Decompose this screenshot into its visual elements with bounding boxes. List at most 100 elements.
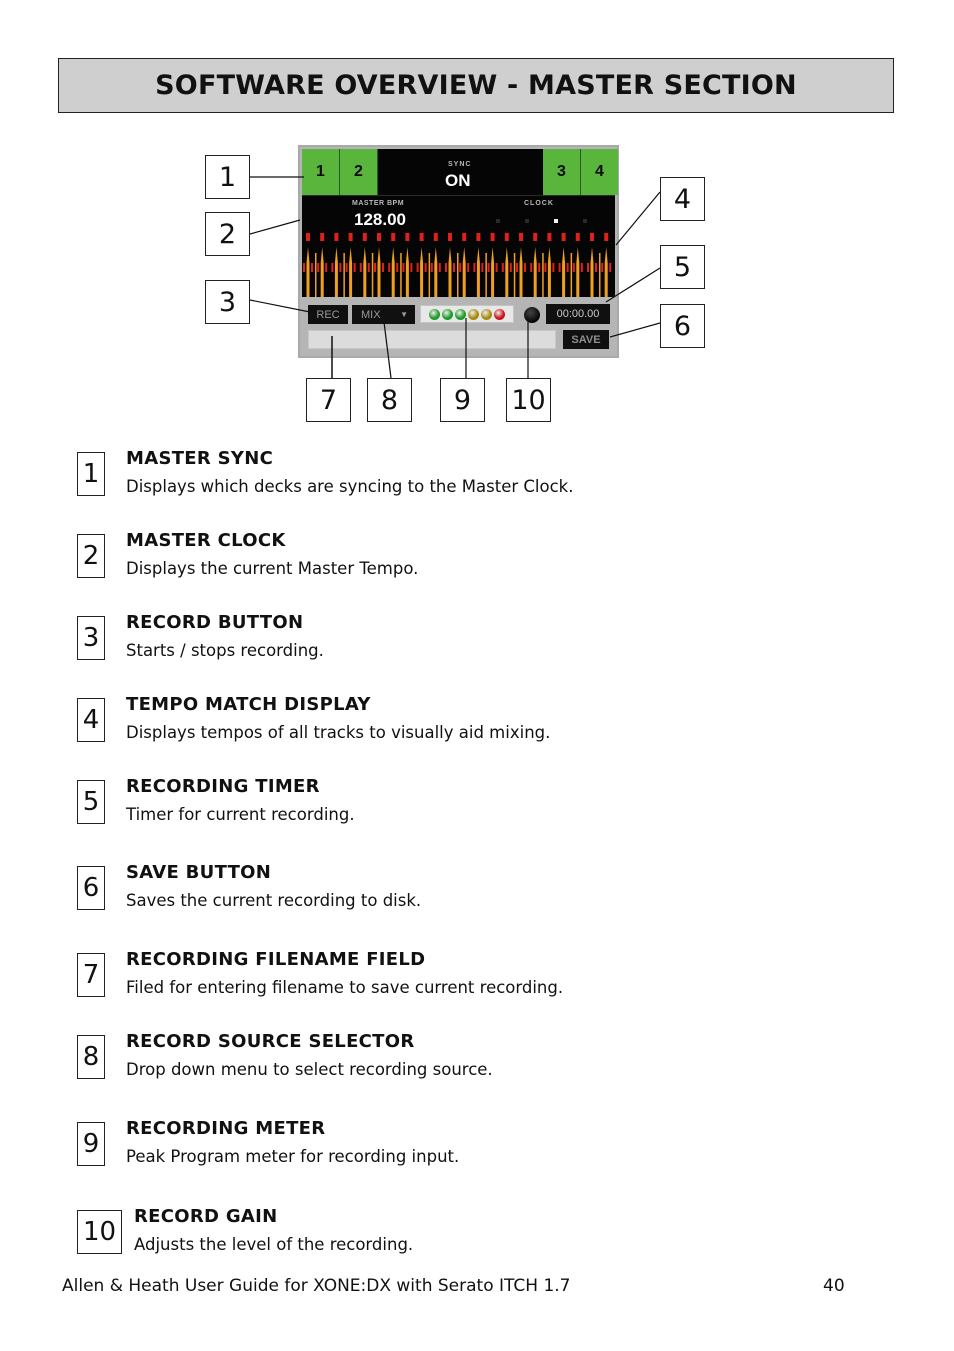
wave-peak [448,233,452,241]
wave-mark [572,263,575,272]
wave-mark [501,263,504,272]
wave-spike [562,247,566,297]
wave-line [400,253,402,297]
wave-mark [317,263,320,272]
item-title: RECORD GAIN [134,1206,278,1227]
wave-mark [552,263,555,272]
callout-6: 6 [660,304,705,348]
clock-beat-dot [583,219,587,223]
item-title: RECORD SOURCE SELECTOR [126,1031,415,1052]
deck-sync-2[interactable]: 2 [340,149,378,195]
wave-mark [538,263,541,272]
record-source-selector[interactable]: MIX ▼ [352,305,415,324]
meter-led [429,308,440,320]
item-description: Displays the current Master Tempo. [126,559,419,578]
callout-3: 3 [205,280,250,324]
wave-spike [363,247,367,297]
deck-sync-3[interactable]: 3 [543,149,581,195]
wave-line [457,253,459,297]
clock-beat-dot [496,219,500,223]
item-number: 1 [77,452,105,496]
wave-spike [476,247,480,297]
wave-mark [453,263,455,272]
wave-mark [601,263,604,272]
item-number: 3 [77,616,105,660]
wave-line [570,253,573,297]
wave-line [315,253,317,297]
clock-label: CLOCK [524,200,554,207]
wave-spike [547,247,551,297]
wave-mark [430,263,433,272]
wave-spike [434,247,438,297]
wave-spike [533,247,537,297]
item-description: Displays tempos of all tracks to visuall… [126,723,551,742]
wave-mark [303,263,305,272]
wave-mark [445,263,447,272]
wave-spike [576,247,580,297]
wave-peak [504,233,509,241]
callout-5: 5 [660,245,705,289]
callout-9: 9 [440,378,485,422]
wave-peak [604,233,609,241]
wave-peak [377,233,381,241]
recording-timer: 00:00.00 [546,304,610,324]
wave-peak [519,233,523,241]
master-bpm-label: MASTER BPM [352,200,405,207]
wave-mark [311,263,313,272]
footer-text: Allen & Heath User Guide for XONE:DX wit… [62,1276,571,1296]
callout-1: 1 [205,155,250,199]
wave-peak [334,233,339,241]
meter-led [468,308,479,320]
wave-mark [509,263,512,272]
leader-line-4 [615,191,661,246]
item-number: 8 [77,1035,105,1079]
deck-sync-4[interactable]: 4 [581,149,618,195]
master-display: 1 2 3 4 SYNC ON MASTER BPM 128.00 CLOCK [302,149,618,297]
clock-beat-dot [554,219,558,223]
page-title-bar: SOFTWARE OVERVIEW - MASTER SECTION [58,58,894,113]
wave-mark [481,263,484,272]
item-title: MASTER CLOCK [126,530,286,551]
item-description: Peak Program meter for recording input. [126,1147,460,1166]
master-section-screenshot: 1 2 3 4 SYNC ON MASTER BPM 128.00 CLOCK … [298,145,619,358]
page-title: SOFTWARE OVERVIEW - MASTER SECTION [155,70,797,101]
item-description: Drop down menu to select recording sourc… [126,1060,493,1079]
wave-peak [533,233,538,241]
deck-sync-1[interactable]: 1 [302,149,340,195]
save-button[interactable]: SAVE [563,330,609,349]
recording-filename-field[interactable] [308,330,556,349]
wave-mark [495,263,498,272]
wave-line [542,253,544,297]
item-title: RECORDING TIMER [126,776,320,797]
item-description: Saves the current recording to disk. [126,891,422,910]
callout-7: 7 [306,378,351,422]
wave-mark [424,263,427,272]
item-description: Filed for entering filename to save curr… [126,978,564,997]
item-number: 5 [77,780,105,824]
item-description: Adjusts the level of the recording. [134,1235,414,1254]
wave-spike [391,247,395,297]
wave-line [513,253,516,297]
item-number: 4 [77,698,105,742]
item-number: 6 [77,866,105,910]
record-button[interactable]: REC [308,305,348,324]
sync-label: SYNC [448,161,472,168]
item-title: RECORDING FILENAME FIELD [126,949,426,970]
wave-mark [609,263,612,272]
wave-mark [580,263,583,272]
wave-peak [391,233,396,241]
wave-mark [438,263,441,272]
callout-2: 2 [205,212,250,256]
wave-mark [566,263,569,272]
callout-10: 10 [506,378,551,422]
tempo-match-display [303,233,612,297]
wave-mark [388,263,391,272]
master-bpm-value: 128.00 [354,210,406,229]
wave-mark [353,263,356,272]
wave-spike [519,247,523,297]
wave-spike [377,247,381,297]
item-number: 2 [77,534,105,578]
wave-peak [462,233,467,241]
record-gain-knob[interactable] [524,307,540,323]
page-number: 40 [823,1276,845,1296]
